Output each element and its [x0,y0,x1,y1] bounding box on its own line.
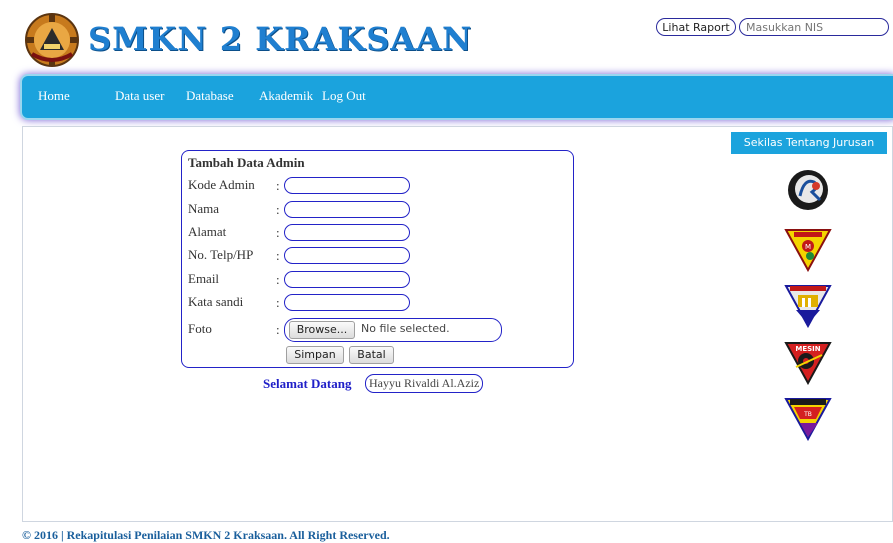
nav-item-home[interactable]: Home [38,88,70,104]
multimedia-logo-icon[interactable]: M [782,224,834,272]
save-button[interactable]: Simpan [286,346,344,364]
no-file-text: No file selected. [361,322,450,335]
label-nama: Nama [188,201,220,216]
mesin-logo-icon[interactable]: MESIN [782,337,834,385]
kode-admin-input[interactable] [284,177,410,194]
svg-text:TB: TB [803,411,812,418]
nis-search-input[interactable] [739,18,889,36]
label-kode-admin: Kode Admin [188,177,255,192]
rpl-logo-icon[interactable] [782,166,834,214]
tata-busana-logo-icon[interactable]: TB [782,393,834,441]
brand-title: SMKN 2 KRAKSAAN [88,20,473,58]
colon: : [276,202,280,217]
nav-item-akademik[interactable]: Akademik [259,88,313,104]
lihat-raport-button[interactable]: Lihat Raport [656,18,736,36]
alamat-input[interactable] [284,224,410,241]
label-kata-sandi: Kata sandi [188,294,244,309]
form-title: Tambah Data Admin [188,155,305,170]
footer-text: © 2016 | Rekapitulasi Penilaian SMKN 2 K… [22,528,390,542]
main-nav: Home Data user Database Akademik Log Out [22,76,893,118]
colon: : [276,272,280,287]
browse-button[interactable]: Browse... [289,321,355,339]
label-foto: Foto [188,321,212,336]
sidebar-title: Sekilas Tentang Jurusan [731,132,887,154]
welcome-text: Selamat Datang [263,376,352,391]
svg-text:MESIN: MESIN [795,345,820,353]
nav-item-database[interactable]: Database [186,88,234,104]
label-alamat: Alamat [188,224,227,239]
colon: : [276,248,280,263]
telp-input[interactable] [284,247,410,264]
bangunan-logo-icon[interactable] [782,280,834,328]
colon: : [276,225,280,240]
svg-text:M: M [805,243,811,251]
password-input[interactable] [284,294,410,311]
username-display: Hayyu Rivaldi Al.Aziz [365,374,484,393]
label-telp: No. Telp/HP [188,247,254,262]
cancel-button[interactable]: Batal [349,346,394,364]
nama-input[interactable] [284,201,410,218]
colon: : [276,178,280,193]
colon: : [276,295,280,310]
school-logo-icon [25,13,79,67]
email-input[interactable] [284,271,410,288]
nav-item-log-out[interactable]: Log Out [322,88,366,104]
nav-item-data-user[interactable]: Data user [115,88,164,104]
label-email: Email [188,271,220,286]
photo-file-input: Browse... No file selected. [284,318,502,342]
page: SMKN 2 KRAKSAAN Lihat Raport Home Data u… [0,0,893,542]
colon: : [276,322,280,337]
